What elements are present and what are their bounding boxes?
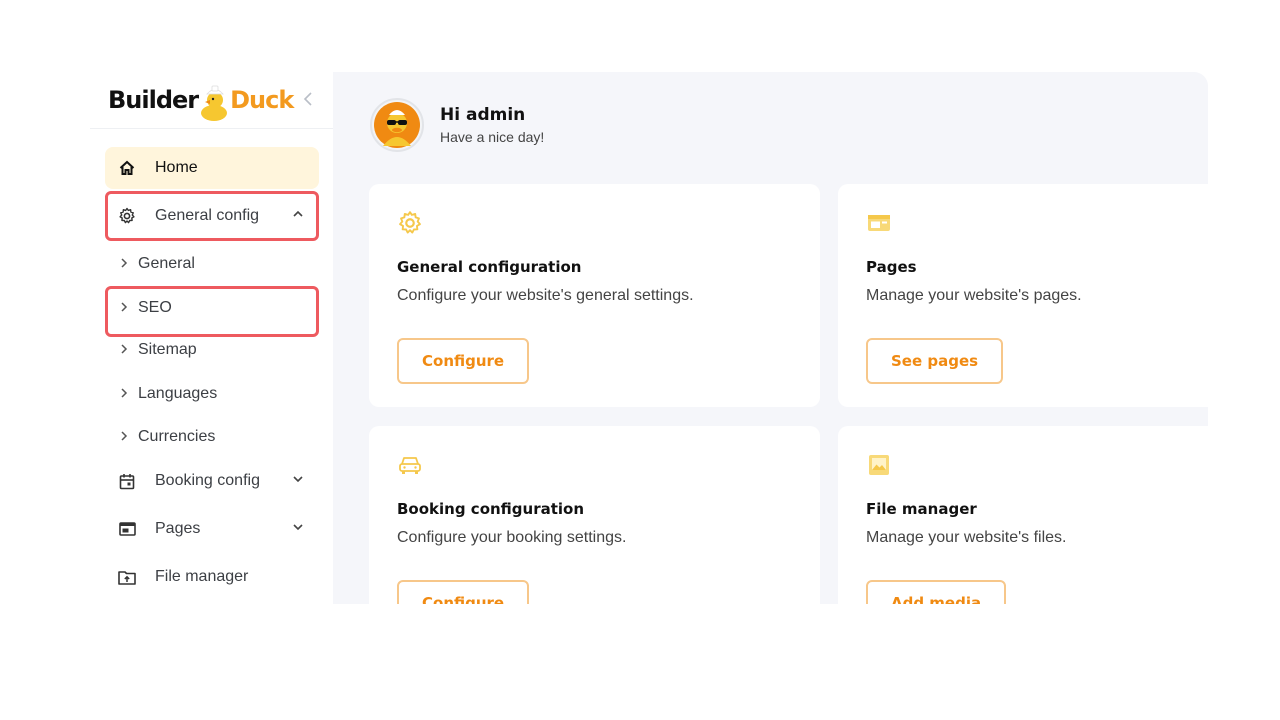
sidebar-subitem-label: Sitemap	[138, 341, 197, 358]
chevron-right-icon	[120, 342, 132, 358]
brand-logo[interactable]: Builder Duck	[108, 78, 294, 123]
sidebar-subitem-label: SEO	[138, 299, 172, 316]
sidebar-item-label: General config	[155, 207, 260, 224]
sidebar: Builder Duck Home General config General…	[90, 72, 333, 604]
greeting-title: Hi admin	[440, 105, 526, 125]
collapse-sidebar-button[interactable]	[300, 90, 316, 110]
chevron-right-icon	[120, 300, 132, 316]
add-media-button[interactable]: Add media	[866, 580, 1007, 604]
brand-part-1: Builder	[108, 86, 199, 114]
sidebar-subitem-label: Currencies	[138, 428, 216, 445]
card-description: Manage your website's pages.	[866, 287, 1082, 304]
chevron-left-icon	[303, 92, 312, 106]
sidebar-subitem-label: General	[138, 255, 195, 272]
main-content: Hi admin Have a nice day! General config…	[333, 72, 1208, 604]
sidebar-subitem-languages[interactable]: Languages	[120, 380, 217, 408]
sidebar-item-label: Home	[155, 159, 198, 176]
configure-button[interactable]: Configure	[397, 338, 530, 384]
chevron-right-icon	[120, 386, 132, 402]
sidebar-item-general-config[interactable]: General config	[105, 195, 319, 237]
card-description: Manage your website's files.	[866, 529, 1067, 546]
chevron-right-icon	[120, 429, 132, 445]
sidebar-item-file-manager[interactable]: File manager	[105, 556, 319, 598]
duck-avatar-icon	[374, 102, 420, 148]
sidebar-item-label: Booking config	[155, 472, 260, 489]
card-title: Pages	[866, 258, 917, 276]
card-title: Booking configuration	[397, 500, 585, 518]
car-icon	[397, 452, 423, 478]
chevron-down-icon	[291, 472, 305, 486]
avatar[interactable]	[370, 98, 424, 152]
sidebar-subitem-currencies[interactable]: Currencies	[120, 423, 215, 451]
duck-mascot-icon	[199, 83, 229, 123]
sidebar-subitem-seo[interactable]: SEO	[120, 294, 172, 322]
card-booking-configuration: Booking configuration Configure your boo…	[369, 426, 820, 604]
folder-upload-icon	[117, 567, 137, 587]
layout-icon	[866, 210, 892, 236]
card-title: General configuration	[397, 258, 582, 276]
calendar-icon	[117, 471, 137, 491]
home-icon	[117, 158, 137, 178]
gear-icon	[397, 210, 423, 236]
image-icon	[866, 452, 892, 478]
layout-icon	[117, 519, 137, 539]
card-file-manager: File manager Manage your website's files…	[838, 426, 1208, 604]
brand-part-2: Duck	[230, 86, 294, 114]
gear-icon	[117, 206, 137, 226]
greeting-subtitle: Have a nice day!	[440, 129, 545, 145]
card-description: Configure your website's general setting…	[397, 287, 694, 304]
chevron-down-icon	[291, 520, 305, 534]
sidebar-item-label: File manager	[155, 568, 249, 585]
configure-button[interactable]: Configure	[397, 580, 530, 604]
chevron-up-icon	[291, 207, 305, 221]
sidebar-subitem-label: Languages	[138, 385, 218, 402]
card-description: Configure your booking settings.	[397, 529, 627, 546]
chevron-right-icon	[120, 256, 132, 272]
sidebar-item-label: Pages	[155, 520, 201, 537]
sidebar-item-pages[interactable]: Pages	[105, 508, 319, 550]
card-pages: Pages Manage your website's pages. See p…	[838, 184, 1208, 407]
sidebar-subitem-sitemap[interactable]: Sitemap	[120, 336, 197, 364]
sidebar-subitem-general[interactable]: General	[120, 250, 195, 278]
sidebar-item-booking-config[interactable]: Booking config	[105, 460, 319, 502]
app-window: Builder Duck Home General config General…	[90, 72, 1208, 604]
see-pages-button[interactable]: See pages	[866, 338, 1004, 384]
logo-divider	[90, 128, 333, 129]
sidebar-item-home[interactable]: Home	[105, 147, 319, 189]
card-general-configuration: General configuration Configure your web…	[369, 184, 820, 407]
card-title: File manager	[866, 500, 977, 518]
